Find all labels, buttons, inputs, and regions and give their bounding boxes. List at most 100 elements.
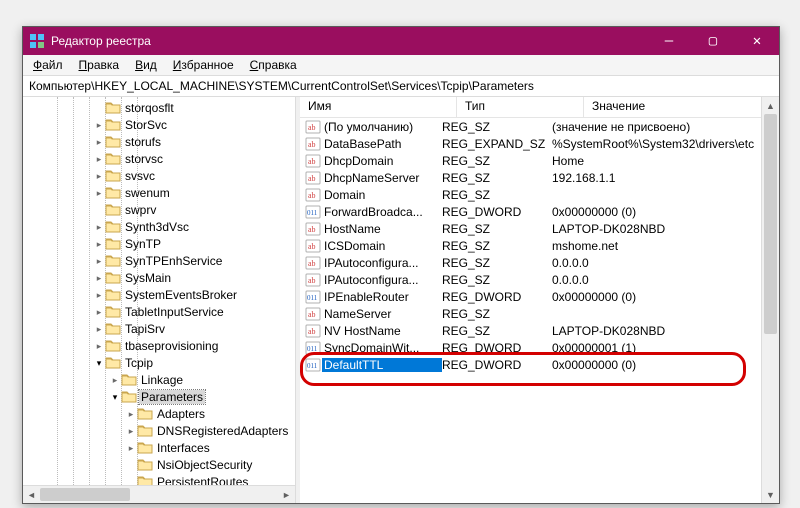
tree-item[interactable]: ▸ Synth3dVsc xyxy=(23,218,295,235)
tree-item[interactable]: ▸SynTPEnhService xyxy=(23,252,295,269)
tree-label: svsvc xyxy=(123,169,157,183)
tree-item[interactable]: ▸ svsvc xyxy=(23,167,295,184)
tree-item[interactable]: ▸storufs xyxy=(23,133,295,150)
scroll-up-icon[interactable]: ▲ xyxy=(762,97,779,114)
values-list[interactable]: ab(По умолчанию)REG_SZ(значение не присв… xyxy=(300,118,761,503)
svg-text:ab: ab xyxy=(308,310,316,319)
chevron-down-icon[interactable]: ▾ xyxy=(93,357,105,369)
value-row[interactable]: ab(По умолчанию)REG_SZ(значение не присв… xyxy=(300,118,761,135)
value-data: LAPTOP-DK028NBD xyxy=(552,324,761,338)
tree-item[interactable]: ▸Interfaces xyxy=(23,439,295,456)
tree-item[interactable]: swprv xyxy=(23,201,295,218)
list-v-scrollbar[interactable]: ▲ ▼ xyxy=(761,97,779,503)
tree-item[interactable]: ▸swenum xyxy=(23,184,295,201)
string-value-icon: ab xyxy=(304,153,322,169)
value-row[interactable]: 011IPEnableRouterREG_DWORD0x00000000 (0) xyxy=(300,288,761,305)
chevron-right-icon[interactable]: ▸ xyxy=(93,221,105,233)
menu-file[interactable]: Файл xyxy=(27,57,69,73)
chevron-right-icon[interactable]: ▸ xyxy=(125,425,137,437)
tree-item[interactable]: ▸Adapters xyxy=(23,405,295,422)
minimize-button[interactable]: — xyxy=(647,27,691,55)
value-row[interactable]: abDomainREG_SZ xyxy=(300,186,761,203)
column-headers[interactable]: Имя Тип Значение xyxy=(300,97,761,118)
menu-view[interactable]: Вид xyxy=(129,57,163,73)
chevron-right-icon[interactable]: ▸ xyxy=(93,170,105,182)
scroll-thumb[interactable] xyxy=(40,488,130,501)
chevron-right-icon[interactable]: ▸ xyxy=(125,442,137,454)
folder-icon xyxy=(137,423,153,439)
tree-item[interactable]: NsiObjectSecurity xyxy=(23,456,295,473)
tree-item[interactable]: ▸Linkage xyxy=(23,371,295,388)
tree-item[interactable]: storqosflt xyxy=(23,99,295,116)
svg-text:ab: ab xyxy=(308,276,316,285)
chevron-right-icon[interactable]: ▸ xyxy=(93,136,105,148)
tree-item[interactable]: ▸SysMain xyxy=(23,269,295,286)
folder-icon xyxy=(105,185,121,201)
scroll-right-icon[interactable]: ► xyxy=(278,486,295,503)
tree-item[interactable]: PersistentRoutes xyxy=(23,473,295,485)
value-row[interactable]: abDhcpNameServerREG_SZ192.168.1.1 xyxy=(300,169,761,186)
titlebar[interactable]: Редактор реестра — ▢ ✕ xyxy=(23,27,779,55)
value-row[interactable]: abDhcpDomainREG_SZHome xyxy=(300,152,761,169)
svg-text:ab: ab xyxy=(308,259,316,268)
chevron-right-icon[interactable]: ▸ xyxy=(93,340,105,352)
tree-item[interactable]: ▸storvsc xyxy=(23,150,295,167)
value-row[interactable]: abIPAutoconfigura...REG_SZ0.0.0.0 xyxy=(300,254,761,271)
tree-label: Tcpip xyxy=(123,356,155,370)
col-name[interactable]: Имя xyxy=(300,97,457,117)
tree-item[interactable]: ▾Parameters xyxy=(23,388,295,405)
chevron-right-icon[interactable]: ▸ xyxy=(93,153,105,165)
col-type[interactable]: Тип xyxy=(457,97,584,117)
tree-h-scrollbar[interactable]: ◄ ► xyxy=(23,485,295,503)
chevron-right-icon[interactable]: ▸ xyxy=(93,255,105,267)
menu-favorites[interactable]: Избранное xyxy=(167,57,240,73)
tree-item[interactable]: ▸DNSRegisteredAdapters xyxy=(23,422,295,439)
chevron-right-icon[interactable]: ▸ xyxy=(93,306,105,318)
tree-item[interactable]: ▸SynTP xyxy=(23,235,295,252)
menu-help[interactable]: Справка xyxy=(244,57,303,73)
value-row[interactable]: abIPAutoconfigura...REG_SZ0.0.0.0 xyxy=(300,271,761,288)
value-type: REG_SZ xyxy=(442,154,552,168)
svg-text:ab: ab xyxy=(308,123,316,132)
close-button[interactable]: ✕ xyxy=(735,27,779,55)
value-data: 0.0.0.0 xyxy=(552,256,761,270)
tree-item[interactable]: ▸tbaseprovisioning xyxy=(23,337,295,354)
tree-item[interactable]: ▸TabletInputService xyxy=(23,303,295,320)
value-row[interactable]: abNV HostNameREG_SZLAPTOP-DK028NBD xyxy=(300,322,761,339)
chevron-right-icon[interactable]: ▸ xyxy=(109,374,121,386)
value-row[interactable]: 011DefaultTTLREG_DWORD0x00000000 (0) xyxy=(300,356,761,373)
chevron-right-icon[interactable]: ▸ xyxy=(93,272,105,284)
scroll-down-icon[interactable]: ▼ xyxy=(762,486,779,503)
value-type: REG_SZ xyxy=(442,307,552,321)
value-name: ForwardBroadca... xyxy=(322,205,442,219)
chevron-right-icon[interactable]: ▸ xyxy=(125,408,137,420)
value-row[interactable]: 011SyncDomainWit...REG_DWORD0x00000001 (… xyxy=(300,339,761,356)
menu-edit[interactable]: Правка xyxy=(73,57,126,73)
folder-icon xyxy=(105,236,121,252)
chevron-right-icon[interactable]: ▸ xyxy=(93,238,105,250)
col-value[interactable]: Значение xyxy=(584,97,761,117)
scroll-left-icon[interactable]: ◄ xyxy=(23,486,40,503)
chevron-right-icon[interactable]: ▸ xyxy=(93,187,105,199)
value-row[interactable]: abICSDomainREG_SZmshome.net xyxy=(300,237,761,254)
address-bar[interactable]: Компьютер\HKEY_LOCAL_MACHINE\SYSTEM\Curr… xyxy=(23,76,779,97)
registry-tree[interactable]: storqosflt▸StorSvc▸storufs▸storvsc▸svsvc… xyxy=(23,97,295,485)
folder-icon xyxy=(137,457,153,473)
value-row[interactable]: 011ForwardBroadca...REG_DWORD0x00000000 … xyxy=(300,203,761,220)
tree-item[interactable]: ▸TapiSrv xyxy=(23,320,295,337)
chevron-right-icon[interactable]: ▸ xyxy=(93,289,105,301)
folder-icon xyxy=(105,100,121,116)
value-row[interactable]: abHostNameREG_SZLAPTOP-DK028NBD xyxy=(300,220,761,237)
tree-item[interactable]: ▾ Tcpip xyxy=(23,354,295,371)
chevron-right-icon[interactable]: ▸ xyxy=(93,119,105,131)
tree-item[interactable]: ▸StorSvc xyxy=(23,116,295,133)
scroll-thumb[interactable] xyxy=(764,114,777,334)
chevron-down-icon[interactable]: ▾ xyxy=(109,391,121,403)
maximize-button[interactable]: ▢ xyxy=(691,27,735,55)
tree-label: Synth3dVsc xyxy=(123,220,191,234)
value-data: (значение не присвоено) xyxy=(552,120,761,134)
value-row[interactable]: abDataBasePathREG_EXPAND_SZ%SystemRoot%\… xyxy=(300,135,761,152)
chevron-right-icon[interactable]: ▸ xyxy=(93,323,105,335)
tree-item[interactable]: ▸SystemEventsBroker xyxy=(23,286,295,303)
value-row[interactable]: abNameServerREG_SZ xyxy=(300,305,761,322)
